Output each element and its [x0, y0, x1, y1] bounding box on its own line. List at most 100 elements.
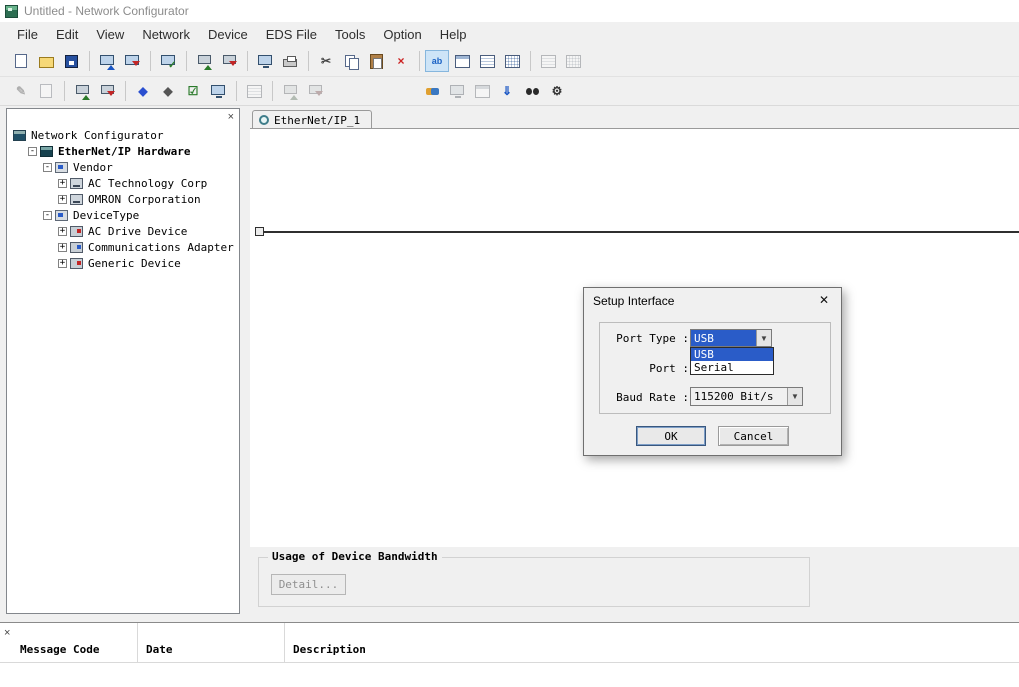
expand-view-button [536, 50, 560, 72]
hardware-icon [40, 146, 53, 157]
device-download-icon [221, 54, 238, 69]
option-button[interactable]: ⚙ [545, 80, 569, 102]
tree-expand-toggle[interactable]: - [43, 163, 52, 172]
print-button[interactable] [278, 50, 302, 72]
tree-expand-toggle[interactable]: + [58, 179, 67, 188]
collapse-view-button [561, 50, 585, 72]
baud-rate-value: 115200 Bit/s [691, 388, 787, 405]
connection-diamond-icon: ◆ [135, 84, 152, 99]
download-from-network-button[interactable] [120, 50, 144, 72]
detail-view-button[interactable] [475, 50, 499, 72]
download-all-button[interactable]: ⇓ [495, 80, 519, 102]
register-device-button[interactable] [70, 80, 94, 102]
disconnect-network-icon [449, 84, 466, 99]
column-header-date[interactable]: Date [138, 623, 285, 662]
dropdown-option-serial[interactable]: Serial [691, 361, 773, 374]
dropdown-option-usb[interactable]: USB [691, 348, 773, 361]
open-file-button[interactable] [34, 50, 58, 72]
tree-item-omron-corporation[interactable]: +OMRON Corporation [7, 191, 239, 207]
tab-strip: EtherNet/IP_1 [250, 108, 1019, 128]
tree-item-vendor[interactable]: -Vendor [7, 159, 239, 175]
menu-eds-file[interactable]: EDS File [257, 24, 326, 45]
verify-network-icon [160, 54, 177, 69]
device-upload-button[interactable] [192, 50, 216, 72]
connection-check-icon: ☑ [185, 84, 202, 99]
menu-network[interactable]: Network [133, 24, 199, 45]
message-table-header: Message CodeDateDescription [0, 623, 1019, 663]
delete-button[interactable]: × [389, 50, 413, 72]
device-properties-icon [38, 84, 55, 99]
unregister-device-button[interactable] [95, 80, 119, 102]
device-monitor-button[interactable] [253, 50, 277, 72]
menu-edit[interactable]: Edit [47, 24, 87, 45]
network-tab-icon [259, 115, 269, 125]
column-header-description[interactable]: Description [285, 623, 1019, 662]
find-device-button[interactable] [520, 80, 544, 102]
menu-view[interactable]: View [87, 24, 133, 45]
bandwidth-strip: Usage of Device Bandwidth Detail... [250, 547, 1019, 614]
refresh-network-button [470, 80, 494, 102]
connection-diamond-button[interactable]: ◆ [131, 80, 155, 102]
vendor-icon [70, 194, 83, 205]
menu-option[interactable]: Option [374, 24, 430, 45]
chevron-down-icon[interactable]: ▼ [787, 388, 802, 405]
detail-button: Detail... [271, 574, 346, 595]
cut-button[interactable]: ✂ [314, 50, 338, 72]
network-line[interactable] [259, 231, 1019, 233]
tree-expand-toggle[interactable]: + [58, 227, 67, 236]
port-type-combobox[interactable]: USB ▼ [690, 329, 772, 347]
tree-item-label: Generic Device [88, 257, 181, 270]
tree-item-communications-adapter[interactable]: +Communications Adapter [7, 239, 239, 255]
connection-check-button[interactable]: ☑ [181, 80, 205, 102]
device-download-button[interactable] [217, 50, 241, 72]
toolbar-separator [247, 51, 248, 71]
tree-item-ac-drive-device[interactable]: +AC Drive Device [7, 223, 239, 239]
paste-button[interactable] [364, 50, 388, 72]
cut-icon: ✂ [318, 54, 335, 69]
expand-view-icon [540, 54, 557, 69]
menu-help[interactable]: Help [431, 24, 476, 45]
save-button[interactable] [59, 50, 83, 72]
tree-item-label: DeviceType [73, 209, 139, 222]
connection-diamond2-button[interactable]: ◆ [156, 80, 180, 102]
chevron-down-icon[interactable]: ▼ [756, 330, 771, 346]
device-status-button[interactable] [206, 80, 230, 102]
tree-expand-toggle[interactable]: - [28, 147, 37, 156]
address-mode-toggle-button[interactable]: ab [425, 50, 449, 72]
tree-expand-toggle[interactable]: - [43, 211, 52, 220]
tree-expand-toggle[interactable]: + [58, 243, 67, 252]
menu-tools[interactable]: Tools [326, 24, 374, 45]
column-header-message-code[interactable]: Message Code [0, 623, 138, 662]
dialog-title: Setup Interface [593, 294, 674, 308]
menu-file[interactable]: File [8, 24, 47, 45]
route-upload-icon [282, 84, 299, 99]
table-view-button[interactable] [500, 50, 524, 72]
paste-icon [368, 54, 385, 69]
connect-network-button[interactable] [420, 80, 444, 102]
unregister-device-icon [99, 84, 116, 99]
tab-ethernet-ip-1[interactable]: EtherNet/IP_1 [252, 110, 372, 129]
delete-icon: × [393, 54, 410, 69]
network-line-handle[interactable] [255, 227, 264, 236]
dialog-close-icon[interactable]: ✕ [814, 291, 834, 309]
copy-button[interactable] [339, 50, 363, 72]
tree-expand-toggle[interactable]: + [58, 195, 67, 204]
tree-item-ac-technology-corp[interactable]: +AC Technology Corp [7, 175, 239, 191]
verify-network-button[interactable] [156, 50, 180, 72]
ok-button[interactable]: OK [636, 426, 706, 446]
tree-item-devicetype[interactable]: - DeviceType [7, 207, 239, 223]
toolbar-separator [89, 51, 90, 71]
detail-view-icon [479, 54, 496, 69]
cancel-button[interactable]: Cancel [718, 426, 789, 446]
tree-item-network-configurator[interactable]: Network Configurator [7, 127, 239, 143]
tree-panel-close-button[interactable]: × [228, 111, 234, 123]
tree-item-ethernet-ip-hardware[interactable]: -EtherNet/IP Hardware [7, 143, 239, 159]
tree-expand-toggle[interactable]: + [58, 259, 67, 268]
menu-device[interactable]: Device [199, 24, 257, 45]
upload-to-network-button[interactable] [95, 50, 119, 72]
icon-view-button[interactable] [450, 50, 474, 72]
bandwidth-group-label: Usage of Device Bandwidth [268, 550, 442, 563]
new-file-button[interactable] [9, 50, 33, 72]
baud-rate-combobox[interactable]: 115200 Bit/s ▼ [690, 387, 803, 406]
tree-item-generic-device[interactable]: + Generic Device [7, 255, 239, 271]
